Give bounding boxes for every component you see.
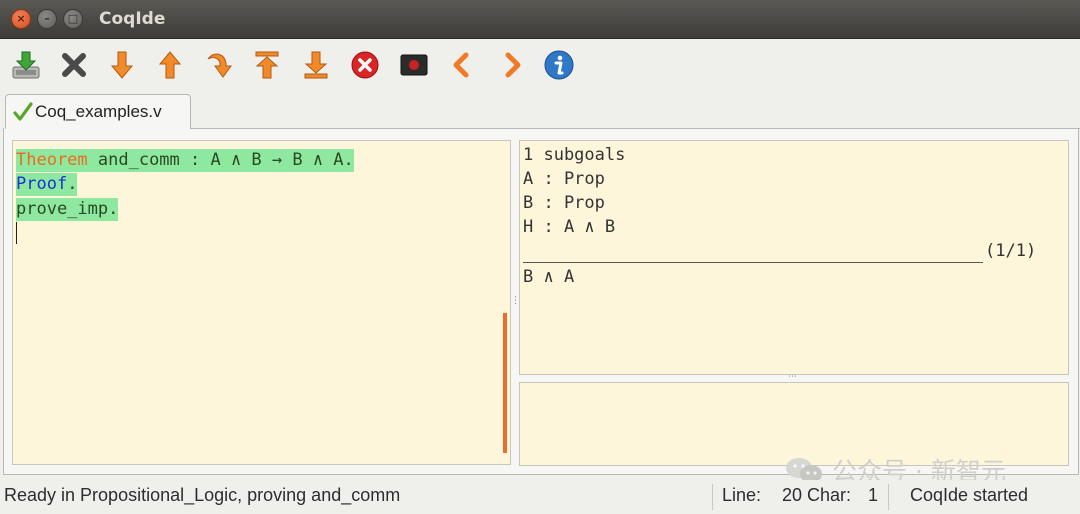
status-divider: [888, 484, 889, 510]
checkmark-icon: [13, 102, 33, 121]
pane-resize-handle-horizontal[interactable]: ⋯: [788, 372, 797, 382]
status-message: Ready in Propositional_Logic, proving an…: [4, 485, 401, 505]
hypothesis-2: B : Prop: [523, 193, 605, 213]
status-bar: Ready in Propositional_Logic, proving an…: [0, 480, 1080, 514]
tab-divider: [189, 128, 1080, 129]
step-backward-button[interactable]: [152, 47, 188, 83]
save-button[interactable]: [8, 47, 44, 83]
step-forward-button[interactable]: [104, 47, 140, 83]
toolbar: [0, 39, 1080, 91]
line-value: 20: [782, 485, 803, 505]
theorem-keyword: Theorem: [16, 150, 88, 170]
next-button[interactable]: [494, 47, 530, 83]
line-label: Line:: [722, 485, 762, 505]
status-divider: [712, 484, 713, 510]
go-bottom-button[interactable]: [298, 47, 334, 83]
tab-coq-examples[interactable]: Coq_examples.v: [5, 94, 191, 129]
chevron-left-icon: [453, 52, 469, 78]
goal-conclusion: B ∧ A: [523, 267, 575, 287]
go-bottom-icon: [304, 51, 328, 79]
char-value: 1: [868, 485, 879, 505]
goals-panel: 1 subgoals A : Prop B : Prop H : A ∧ B (…: [519, 140, 1069, 375]
goto-cursor-button[interactable]: [200, 47, 236, 83]
go-top-button[interactable]: [249, 47, 285, 83]
save-icon: [12, 51, 40, 79]
arrow-up-icon: [158, 51, 182, 79]
title-bar: × – □ CoqIde: [0, 0, 1080, 39]
previous-button[interactable]: [444, 47, 480, 83]
about-button[interactable]: [541, 47, 577, 83]
hypothesis-3: H : A ∧ B: [523, 217, 616, 237]
window-title: CoqIde: [99, 9, 166, 29]
interrupt-button[interactable]: [347, 47, 383, 83]
go-top-icon: [255, 51, 279, 79]
chevron-right-icon: [505, 52, 521, 78]
window-minimize-button[interactable]: –: [37, 9, 57, 29]
goal-index: (1/1): [985, 241, 1037, 261]
terminal-icon: [400, 54, 428, 76]
goto-cursor-icon: [207, 53, 232, 78]
goal-separator: [523, 262, 983, 263]
tactic-text: prove_imp.: [16, 199, 119, 219]
editor-line-1: Theorem and_comm : A ∧ B → B ∧ A.: [16, 149, 354, 172]
coqide-state: CoqIde started: [910, 485, 1029, 505]
editor-line-2: Proof.: [16, 173, 78, 196]
scroll-indicator[interactable]: [503, 313, 507, 453]
hypothesis-1: A : Prop: [523, 169, 605, 189]
close-file-button[interactable]: [56, 47, 92, 83]
stop-icon: [351, 51, 379, 79]
subgoal-count: 1 subgoals: [523, 145, 626, 165]
char-label: Char:: [807, 485, 852, 505]
window-maximize-button[interactable]: □: [63, 9, 83, 29]
info-icon: [544, 50, 574, 80]
theorem-statement: and_comm : A ∧ B → B ∧ A.: [87, 150, 354, 170]
proof-keyword: Proof: [16, 174, 68, 194]
text-cursor: [16, 222, 17, 244]
close-icon: [62, 53, 86, 77]
script-editor[interactable]: Theorem and_comm : A ∧ B → B ∧ A. Proof.…: [12, 140, 511, 465]
arrow-down-icon: [110, 51, 134, 79]
terminal-button[interactable]: [396, 47, 432, 83]
tab-label: Coq_examples.v: [35, 102, 162, 121]
proof-period: .: [67, 174, 78, 194]
window-close-button[interactable]: ×: [11, 9, 31, 29]
editor-line-3: prove_imp.: [16, 198, 119, 221]
